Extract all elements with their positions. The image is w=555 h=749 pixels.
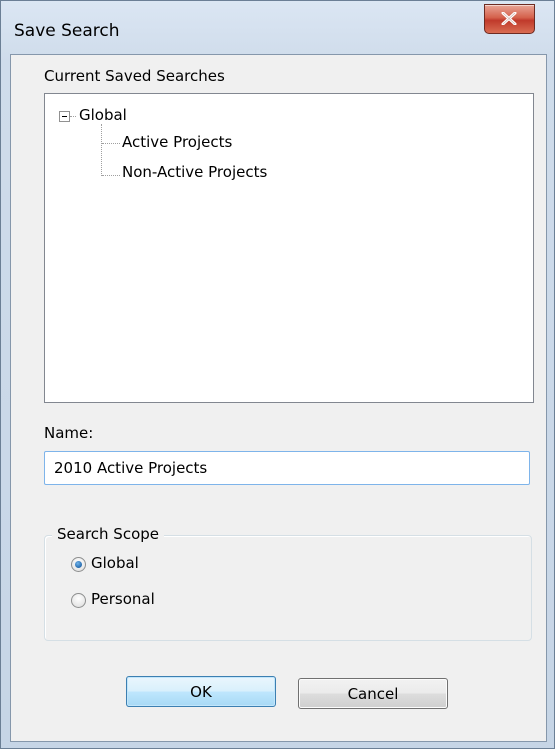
window-title: Save Search (14, 21, 120, 41)
saved-searches-label: Current Saved Searches (44, 67, 225, 85)
tree-node-non-active-projects[interactable]: Non-Active Projects (122, 163, 267, 181)
global-radio-label[interactable]: Global (91, 554, 139, 572)
saved-searches-tree[interactable]: Global Active Projects Non-Active Projec… (44, 93, 534, 403)
search-scope-group (44, 535, 532, 641)
dialog-client-area: Current Saved Searches Global Active Pro… (10, 54, 547, 742)
title-bar[interactable]: Save Search (1, 1, 554, 55)
close-icon (501, 12, 517, 25)
close-button[interactable] (484, 4, 535, 34)
tree-connector (102, 143, 120, 144)
personal-radio-label[interactable]: Personal (91, 590, 155, 608)
name-input[interactable] (44, 451, 530, 485)
global-radio[interactable] (71, 557, 86, 572)
ok-button[interactable]: OK (126, 676, 276, 707)
tree-node-global[interactable]: Global (79, 106, 127, 124)
tree-connector (101, 124, 102, 176)
name-label: Name: (44, 424, 94, 442)
cancel-button[interactable]: Cancel (298, 678, 448, 709)
tree-connector (70, 116, 76, 117)
tree-node-active-projects[interactable]: Active Projects (122, 133, 232, 151)
tree-connector (102, 175, 120, 176)
tree-collapse-icon[interactable] (59, 111, 70, 122)
dialog-window: Save Search Current Saved Searches Globa… (0, 0, 555, 749)
personal-radio[interactable] (71, 593, 86, 608)
search-scope-legend: Search Scope (52, 525, 164, 543)
